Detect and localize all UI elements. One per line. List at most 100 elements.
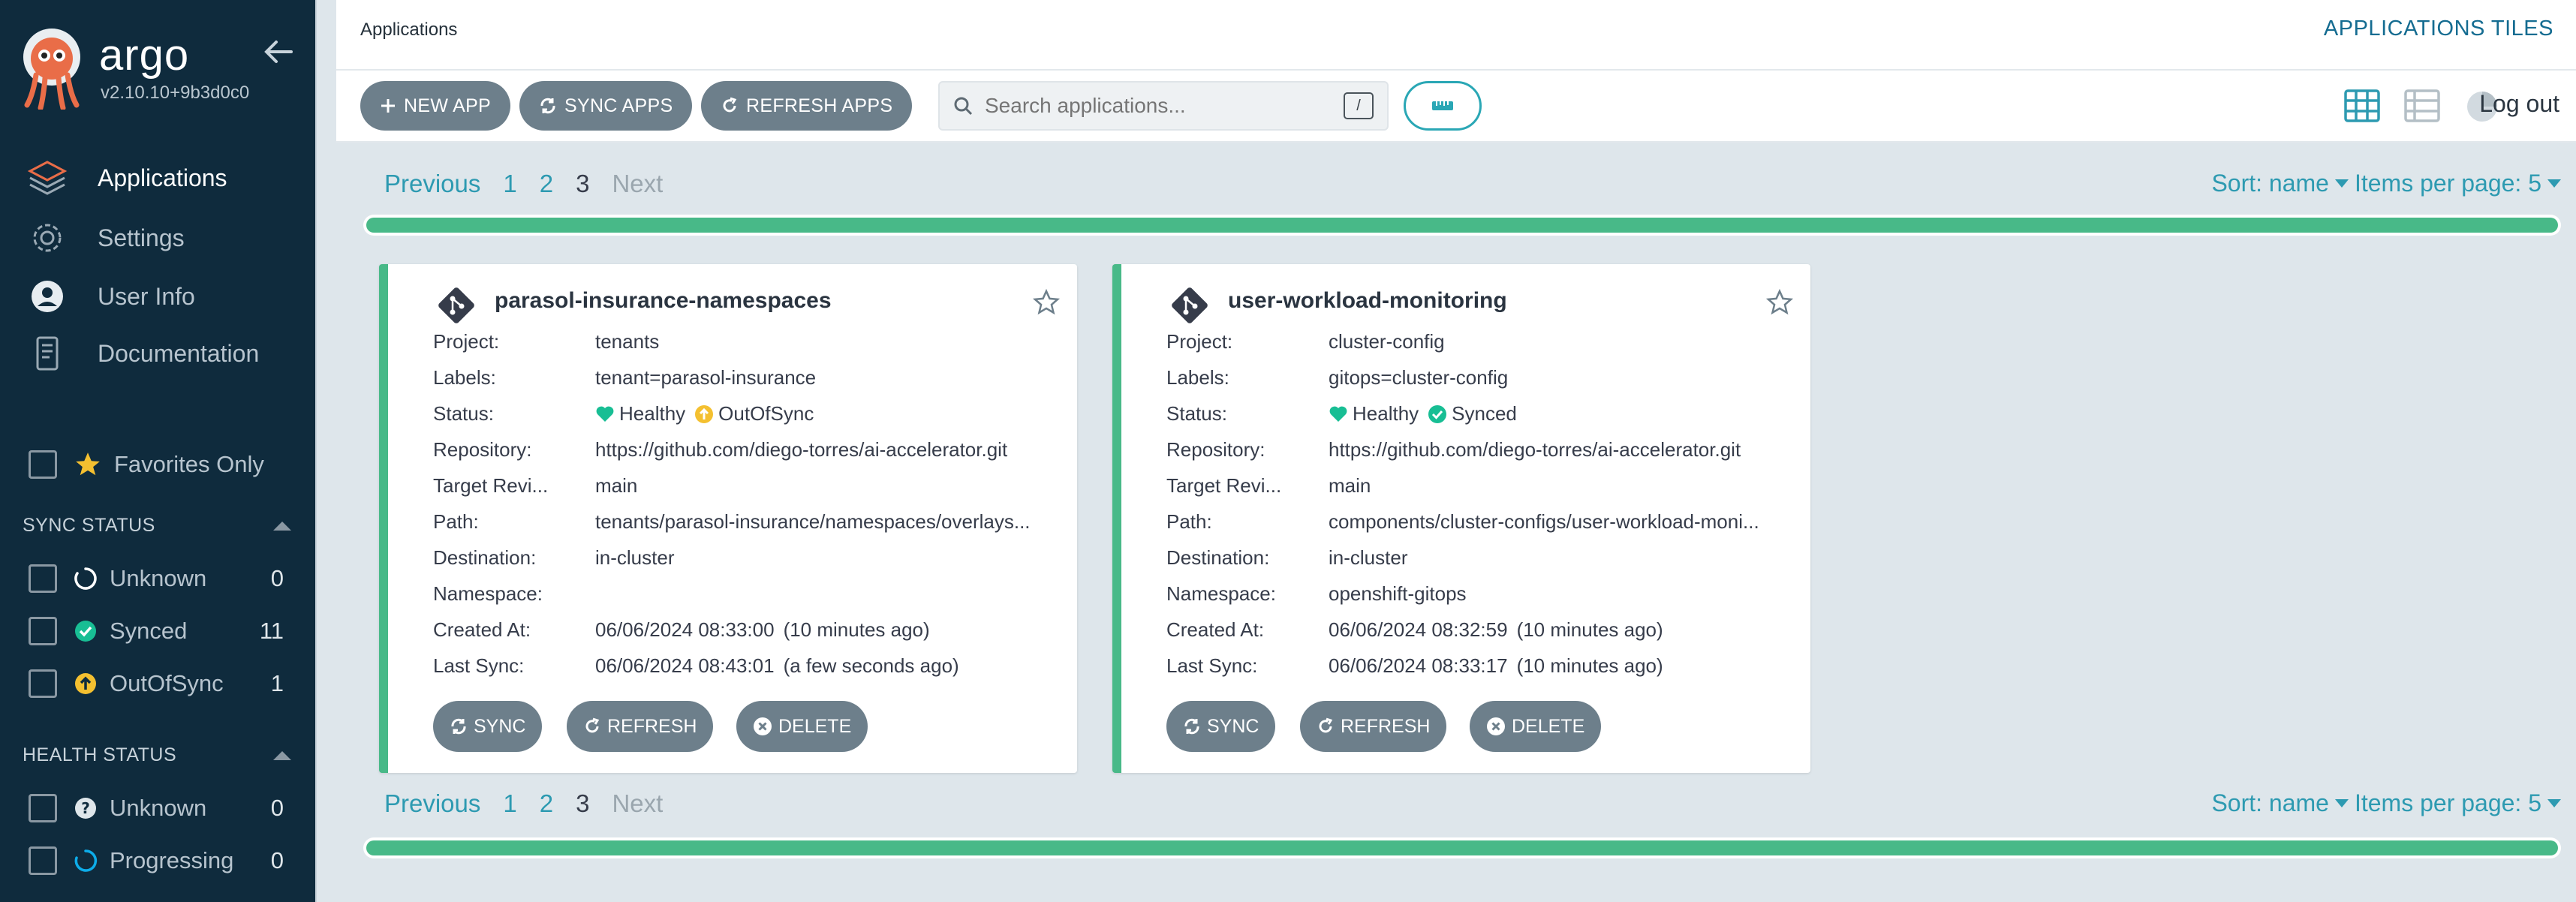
page-link-2[interactable]: 2 <box>540 789 553 818</box>
app-card[interactable]: parasol-insurance-namespaces Project: ten… <box>379 264 1077 773</box>
sync-filter-outofsync[interactable]: OutOfSync 1 <box>29 669 284 698</box>
plus-icon <box>381 99 395 113</box>
field-label: Project: <box>1166 330 1233 353</box>
version-label: v2.10.10+9b3d0c0 <box>101 83 250 103</box>
repository-row: Repository: https://github.com/diego-torr… <box>1166 438 1797 462</box>
previous-page-link[interactable]: Previous <box>384 170 480 198</box>
list-view-button[interactable] <box>2403 89 2441 123</box>
items-per-page-dropdown[interactable]: Items per page: 5 <box>2355 170 2541 197</box>
filters-toggle-button[interactable] <box>1404 81 1482 131</box>
nav-label: Applications <box>98 164 227 191</box>
last-sync-row: Last Sync: 06/06/2024 08:33:17 (10 minutes… <box>1166 654 1797 678</box>
target-row: Target Revi... main <box>1166 474 1797 498</box>
breadcrumb: Applications <box>360 20 458 40</box>
filter-count: 1 <box>270 670 284 696</box>
delete-button[interactable]: DELETE <box>736 701 868 752</box>
nav-user-info[interactable]: User Info <box>27 278 195 315</box>
sync-icon <box>1184 718 1199 735</box>
arrow-up-circle-icon <box>75 673 96 694</box>
sort-dropdown[interactable]: Sort: name <box>2211 789 2329 817</box>
status-row: Status: Healthy OutOfSync <box>433 402 1064 425</box>
sync-status: Synced <box>1452 402 1517 425</box>
refresh-apps-button[interactable]: REFRESH APPS <box>701 81 913 131</box>
sort-controls-top: Sort: name Items per page: 5 <box>2211 170 2567 197</box>
app-card[interactable]: user-workload-monitoring Project: cluster… <box>1112 264 1810 773</box>
svg-text:?: ? <box>81 799 90 817</box>
field-value: gitops=cluster-config <box>1329 366 1509 389</box>
sidebar-resize-handle[interactable] <box>315 0 335 902</box>
favorites-only-filter[interactable]: Favorites Only <box>29 450 264 479</box>
search-box[interactable]: / <box>938 81 1389 131</box>
check-circle-icon <box>1428 404 1447 423</box>
sort-dropdown[interactable]: Sort: name <box>2211 170 2329 197</box>
health-filter-progressing[interactable]: Progressing 0 <box>29 846 284 875</box>
check-circle-icon <box>75 621 96 642</box>
field-value: components/cluster-configs/user-workload… <box>1329 510 1759 533</box>
page-link-3[interactable]: 3 <box>576 789 589 818</box>
health-progressing-checkbox[interactable] <box>29 846 57 875</box>
user-circle-icon <box>32 281 63 312</box>
path-row: Path: components/cluster-configs/user-wor… <box>1166 510 1797 534</box>
heart-icon <box>596 406 614 422</box>
new-app-button[interactable]: NEW APP <box>360 81 511 131</box>
top-bar: Applications APPLICATIONS TILES <box>336 0 2576 71</box>
created-relative: (10 minutes ago) <box>783 618 930 641</box>
page-link-1[interactable]: 1 <box>503 789 516 818</box>
search-input[interactable] <box>985 94 1344 118</box>
created-relative: (10 minutes ago) <box>1516 618 1663 641</box>
field-value: tenants/parasol-insurance/namespaces/ove… <box>595 510 1031 533</box>
sync-icon <box>451 718 466 735</box>
app-name[interactable]: user-workload-monitoring <box>1228 288 1507 314</box>
logo-text: argo <box>99 31 190 80</box>
refresh-button[interactable]: REFRESH <box>1300 701 1447 752</box>
sync-outofsync-checkbox[interactable] <box>29 669 57 698</box>
health-status-heading[interactable]: HEALTH STATUS <box>23 744 293 766</box>
path-row: Path: tenants/parasol-insurance/namespace… <box>433 510 1064 534</box>
nav-documentation[interactable]: Documentation <box>27 335 259 372</box>
field-label: Project: <box>433 330 500 353</box>
sync-synced-checkbox[interactable] <box>29 617 57 645</box>
health-unknown-checkbox[interactable] <box>29 794 57 822</box>
page-link-3[interactable]: 3 <box>576 170 589 198</box>
collapse-sidebar-button[interactable] <box>263 36 294 71</box>
last-sync-relative: (10 minutes ago) <box>1516 654 1663 677</box>
argo-logo[interactable] <box>20 27 84 110</box>
logout-link[interactable]: Log out <box>2479 90 2559 118</box>
tiles-view-button[interactable] <box>2343 89 2381 123</box>
namespace-row: Namespace: openshift-gitops <box>1166 582 1797 606</box>
repository-row: Repository: https://github.com/diego-torr… <box>433 438 1064 462</box>
created-row: Created At: 06/06/2024 08:32:59 (10 minute… <box>1166 618 1797 642</box>
field-label: Target Revi... <box>1166 474 1282 497</box>
favorites-checkbox[interactable] <box>29 450 57 479</box>
sync-status-heading[interactable]: SYNC STATUS <box>23 515 293 537</box>
star-outline-icon[interactable] <box>1765 288 1794 317</box>
octopus-icon <box>23 29 80 110</box>
sync-apps-button[interactable]: SYNC APPS <box>519 81 693 131</box>
sync-button[interactable]: SYNC <box>1166 701 1276 752</box>
items-per-page-dropdown[interactable]: Items per page: 5 <box>2355 789 2541 817</box>
star-outline-icon[interactable] <box>1032 288 1061 317</box>
page-link-2[interactable]: 2 <box>540 170 553 198</box>
button-label: REFRESH <box>1341 715 1431 737</box>
field-value: tenant=parasol-insurance <box>595 366 817 389</box>
filter-count: 0 <box>270 795 284 821</box>
sync-filter-unknown[interactable]: Unknown 0 <box>29 564 284 593</box>
nav-applications[interactable]: Applications <box>27 159 227 197</box>
delete-button[interactable]: DELETE <box>1470 701 1602 752</box>
nav-settings[interactable]: Settings <box>27 219 185 257</box>
filter-label: Progressing <box>110 847 234 873</box>
refresh-button[interactable]: REFRESH <box>567 701 714 752</box>
nav-label: Documentation <box>98 339 260 367</box>
sync-filter-synced[interactable]: Synced 11 <box>29 617 284 645</box>
app-name[interactable]: parasol-insurance-namespaces <box>495 288 832 314</box>
next-page-link[interactable]: Next <box>612 789 663 818</box>
sync-button[interactable]: SYNC <box>433 701 543 752</box>
page-link-1[interactable]: 1 <box>503 170 516 198</box>
health-filter-unknown[interactable]: ? Unknown 0 <box>29 794 284 822</box>
last-sync-row: Last Sync: 06/06/2024 08:43:01 (a few seco… <box>433 654 1064 678</box>
next-page-link[interactable]: Next <box>612 170 663 198</box>
previous-page-link[interactable]: Previous <box>384 789 480 818</box>
arrow-left-icon <box>264 41 293 63</box>
sync-unknown-checkbox[interactable] <box>29 564 57 593</box>
view-switcher <box>2321 89 2501 123</box>
